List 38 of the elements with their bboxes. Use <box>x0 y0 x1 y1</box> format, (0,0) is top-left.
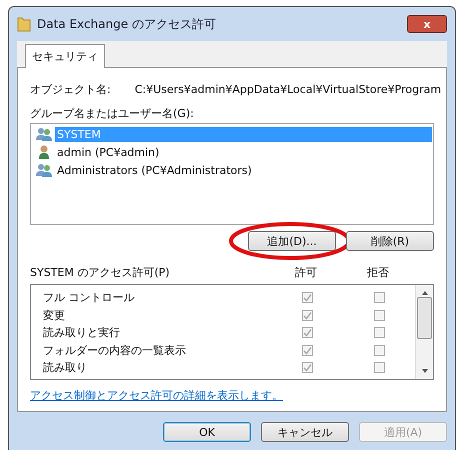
allow-checkbox[interactable] <box>302 310 312 321</box>
deny-checkbox[interactable] <box>374 310 384 321</box>
users-icon <box>36 163 52 177</box>
allow-checkbox[interactable] <box>302 292 312 304</box>
help-link[interactable]: アクセス制御とアクセス許可の詳細を表示します。 <box>30 388 434 403</box>
users-label: グループ名またはユーザー名(G): <box>30 106 195 121</box>
object-path: C:¥Users¥admin¥AppData¥Local¥VirtualStore¥Program <box>134 82 442 96</box>
permission-name: フル コントロール <box>43 290 136 306</box>
allow-checkbox[interactable] <box>302 327 312 338</box>
permission-name: 変更 <box>43 308 66 323</box>
object-name-label: オブジェクト名: <box>30 82 111 96</box>
dialog-button[interactable]: キャンセル <box>261 422 349 442</box>
tab[interactable]: セキュリティ <box>25 44 105 68</box>
user-list-item[interactable]: Administrators (PC¥Administrators) <box>55 162 254 178</box>
scrollbar[interactable] <box>415 285 433 379</box>
permission-name: 読み取り <box>43 360 88 376</box>
allow-checkbox[interactable] <box>302 344 312 356</box>
scrollbar-thumb[interactable] <box>417 297 432 339</box>
permission-name: 読み取りと実行 <box>43 325 121 340</box>
deny-checkbox[interactable] <box>374 292 384 304</box>
dialog-button[interactable]: OK <box>163 422 251 442</box>
user-list-item[interactable]: admin (PC¥admin) <box>55 144 162 160</box>
dialog-button[interactable]: 削除(R) <box>346 231 434 251</box>
close-button[interactable]: x <box>407 15 447 33</box>
dialog-button[interactable]: 追加(D)... <box>248 231 336 251</box>
permission-name: フォルダーの内容の一覧表示 <box>43 342 187 358</box>
users-icon <box>36 127 52 141</box>
column-header: 拒否 <box>366 265 390 280</box>
deny-checkbox[interactable] <box>374 362 384 374</box>
deny-checkbox[interactable] <box>374 344 384 356</box>
scroll-down-icon[interactable] <box>420 368 428 374</box>
allow-checkbox[interactable] <box>302 362 312 374</box>
permissions-label: SYSTEM のアクセス許可(P) <box>30 265 171 280</box>
folder-icon <box>17 16 31 32</box>
window-title: Data Exchange のアクセス許可 <box>37 16 217 32</box>
user-icon <box>36 145 52 159</box>
deny-checkbox[interactable] <box>374 327 384 338</box>
column-header: 許可 <box>294 265 318 280</box>
